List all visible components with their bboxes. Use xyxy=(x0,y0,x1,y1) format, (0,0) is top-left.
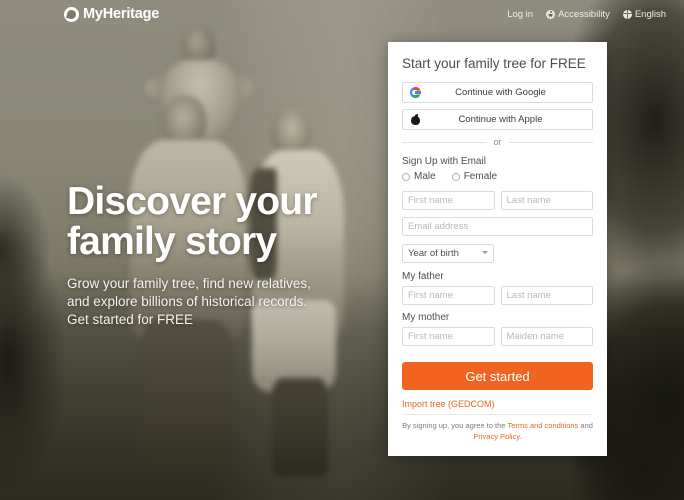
radio-male-indicator xyxy=(402,172,410,181)
myheritage-logo[interactable]: MyHeritage xyxy=(64,6,159,22)
father-field-row xyxy=(402,286,593,305)
legal-divider xyxy=(402,414,593,415)
login-link[interactable]: Log in xyxy=(507,9,533,20)
divider-label: or xyxy=(493,137,502,147)
father-last-name-input[interactable] xyxy=(500,286,593,305)
divider-line-right xyxy=(508,141,594,143)
apple-icon xyxy=(403,114,427,126)
hero-subtitle: Grow your family tree, find new relative… xyxy=(67,275,317,329)
mother-field-row xyxy=(402,327,593,346)
first-name-input[interactable] xyxy=(402,191,495,210)
mother-first-name-input[interactable] xyxy=(402,327,495,346)
hero-subtitle-line-2: and explore billions of historical recor… xyxy=(67,294,308,309)
last-name-input[interactable] xyxy=(500,191,593,210)
mother-maiden-name-input[interactable] xyxy=(500,327,593,346)
legal-text: By signing up, you agree to the Terms an… xyxy=(402,420,593,442)
father-first-name-input[interactable] xyxy=(402,286,495,305)
gender-male-label: Male xyxy=(414,171,436,182)
hero-copy: Discover your family story Grow your fam… xyxy=(67,180,318,329)
mother-section-label: My mother xyxy=(402,312,450,323)
hero-title: Discover your family story xyxy=(67,180,318,263)
year-of-birth-select[interactable]: Year of birth xyxy=(402,244,494,263)
email-field-row xyxy=(402,217,593,236)
top-nav-links: Log in Accessibility English xyxy=(507,9,666,20)
globe-icon xyxy=(622,9,632,19)
legal-prefix: By signing up, you agree to the xyxy=(402,421,508,430)
language-selector[interactable]: English xyxy=(622,8,666,20)
divider-line-left xyxy=(402,141,487,143)
accessibility-icon xyxy=(546,9,556,19)
myheritage-leaf-icon xyxy=(64,6,79,22)
email-input[interactable] xyxy=(402,217,593,236)
signup-title: Start your family tree for FREE xyxy=(402,56,586,71)
gender-radio-female[interactable]: Female xyxy=(451,171,498,182)
hero-title-line-1: Discover your xyxy=(67,180,318,223)
father-section-label: My father xyxy=(402,271,444,282)
radio-female-indicator xyxy=(451,172,460,181)
continue-with-google-button[interactable]: Continue with Google xyxy=(402,82,593,103)
google-button-label: Continue with Google xyxy=(455,87,546,98)
privacy-policy-link[interactable]: Privacy Policy xyxy=(473,432,519,441)
name-field-row xyxy=(402,191,593,210)
get-started-button[interactable]: Get started xyxy=(402,362,593,390)
accessibility-label: Accessibility xyxy=(558,8,610,20)
landing-page: MyHeritage Log in Accessibility English … xyxy=(0,0,684,500)
signup-card: Start your family tree for FREE Continue… xyxy=(388,42,607,456)
hero-subtitle-line-1: Grow your family tree, find new relative… xyxy=(67,276,311,291)
year-of-birth-wrapper: Year of birth xyxy=(402,243,494,263)
divider-or: or xyxy=(402,137,594,147)
continue-with-apple-button[interactable]: Continue with Apple xyxy=(402,109,593,130)
hero-subtitle-line-3: Get started for FREE xyxy=(67,312,194,327)
legal-and: and xyxy=(578,421,593,430)
top-navigation-bar: MyHeritage Log in Accessibility English xyxy=(0,0,684,28)
accessibility-link[interactable]: Accessibility xyxy=(546,9,610,20)
email-signup-label: Sign Up with Email xyxy=(402,156,486,167)
google-icon xyxy=(403,87,427,98)
gender-radio-male[interactable]: Male xyxy=(402,171,436,182)
logo-text: MyHeritage xyxy=(83,6,160,22)
terms-link[interactable]: Terms and conditions xyxy=(507,421,578,430)
login-label: Log in xyxy=(507,8,534,20)
apple-button-label: Continue with Apple xyxy=(458,114,543,125)
hero-title-line-2: family story xyxy=(67,220,277,263)
gender-female-label: Female xyxy=(463,171,498,182)
language-label: English xyxy=(634,8,666,20)
import-gedcom-link[interactable]: Import tree (GEDCOM) xyxy=(402,399,593,409)
legal-suffix: . xyxy=(519,432,522,441)
gender-radio-group: Male Female xyxy=(402,171,593,182)
